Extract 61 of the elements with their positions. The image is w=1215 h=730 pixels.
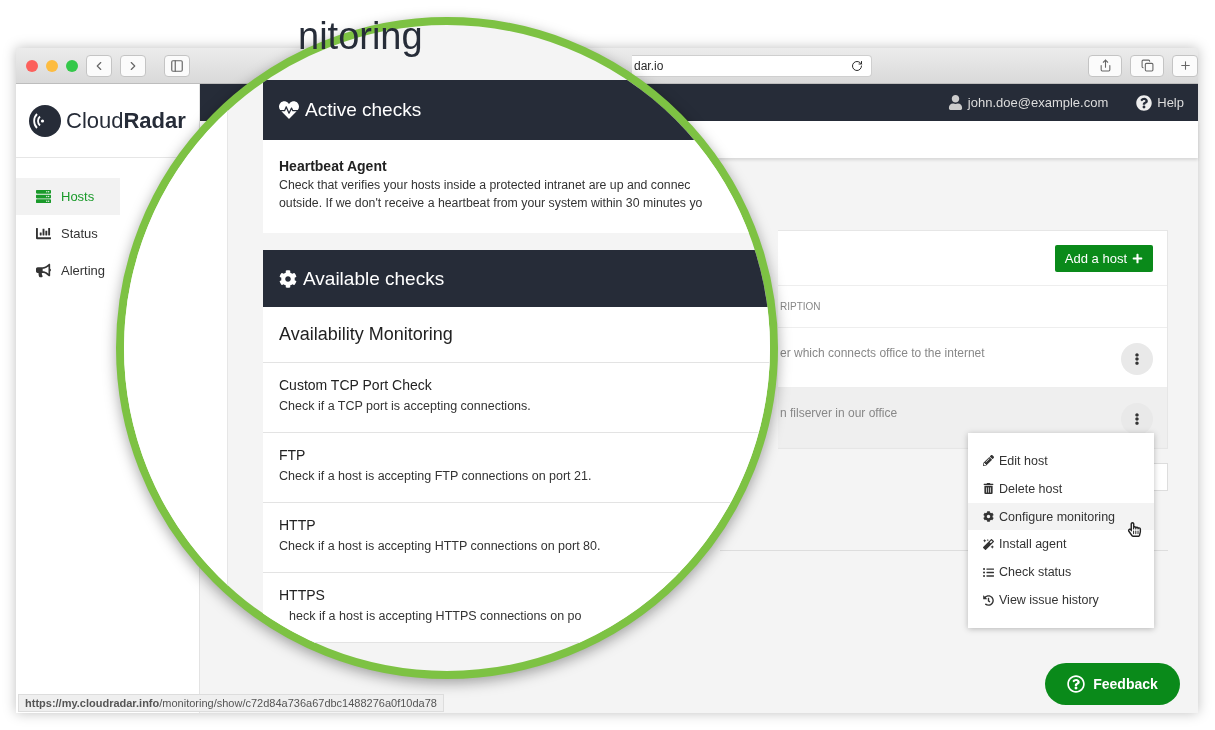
group-title: Availability Monitoring: [279, 324, 453, 345]
help-icon: [1136, 94, 1153, 111]
menu-item[interactable]: Edit host: [968, 447, 1154, 475]
megaphone-icon: [36, 263, 51, 278]
help-link[interactable]: Help: [1136, 94, 1184, 111]
check-description: Check if a TCP port is accepting connections.: [279, 399, 532, 413]
check-description: Check that verifies your hosts inside a protected intranet are up and connec: [279, 178, 692, 192]
user-link[interactable]: john.doe@example.com: [947, 95, 1109, 110]
hand-cursor-icon: [1127, 522, 1142, 537]
nav-item[interactable]: Alerting: [16, 252, 120, 289]
trash-icon: [983, 483, 994, 495]
add-host-button[interactable]: Add a host: [1054, 244, 1153, 272]
more-button[interactable]: [1121, 403, 1153, 435]
heartbeat-icon: [279, 100, 299, 120]
gear-icon: [983, 511, 994, 523]
tabs-button[interactable]: [1130, 54, 1164, 77]
check-description: Check if a host is accepting HTTP connections on port 80.: [279, 539, 602, 553]
plus-icon: [1132, 252, 1143, 264]
gear-icon: [279, 269, 297, 288]
reload-icon[interactable]: [851, 59, 863, 72]
logo-text: CloudRadar: [66, 107, 186, 134]
history-icon: [983, 594, 994, 606]
check-name: FTP: [279, 447, 307, 463]
status-url: https://my.cloudradar.info/monitoring/show/c72d84a736a67dbc1488276a0f10da78: [18, 694, 444, 712]
nav-item[interactable]: Status: [16, 215, 120, 252]
menu-item[interactable]: Configure monitoring: [968, 502, 1154, 531]
column-header: RIPTION: [780, 301, 821, 312]
tabs-icon: [1140, 59, 1154, 72]
sidebar-button[interactable]: [164, 54, 190, 77]
menu-item[interactable]: View issue history: [968, 586, 1154, 614]
close-button[interactable]: [26, 59, 38, 72]
pencil-icon: [983, 455, 994, 467]
help-icon: [1067, 675, 1086, 693]
user-icon: [947, 95, 963, 110]
section-title: Active checks: [305, 99, 422, 121]
menu-item[interactable]: Install agent: [968, 530, 1154, 559]
new-tab-button[interactable]: [1172, 54, 1198, 77]
address-field[interactable]: dar.io: [632, 54, 872, 77]
check-name: HTTP: [279, 517, 317, 533]
check-description: outside. If we don't receive a heartbeat from your system within 30 minutes yo: [279, 196, 704, 210]
check-description: heck if a host is accepting HTTPS connections on po: [288, 609, 583, 623]
share-icon: [1098, 59, 1112, 72]
host-description: er which connects office to the internet: [780, 346, 985, 360]
back-button[interactable]: [86, 54, 112, 77]
check-name: Heartbeat Agent: [279, 158, 388, 174]
feedback-button[interactable]: Feedback: [1045, 663, 1180, 705]
host-description: n filserver in our office: [780, 406, 898, 420]
menu-item[interactable]: Delete host: [968, 474, 1154, 503]
forward-button[interactable]: [120, 54, 146, 77]
logo-icon: [28, 103, 62, 138]
check-description: Check if a host is accepting FTP connections on port 21.: [279, 469, 593, 483]
server-icon: [36, 189, 51, 204]
section-title: Available checks: [303, 267, 445, 290]
more-button[interactable]: [1121, 343, 1153, 375]
menu-item[interactable]: Check status: [968, 558, 1154, 587]
check-name: HTTPS: [279, 587, 326, 603]
sidebar-icon: [170, 58, 184, 73]
plus-icon: [1178, 59, 1192, 72]
check-name: Custom TCP Port Check: [279, 377, 433, 393]
wand-icon: [983, 538, 994, 550]
share-button[interactable]: [1088, 54, 1122, 77]
